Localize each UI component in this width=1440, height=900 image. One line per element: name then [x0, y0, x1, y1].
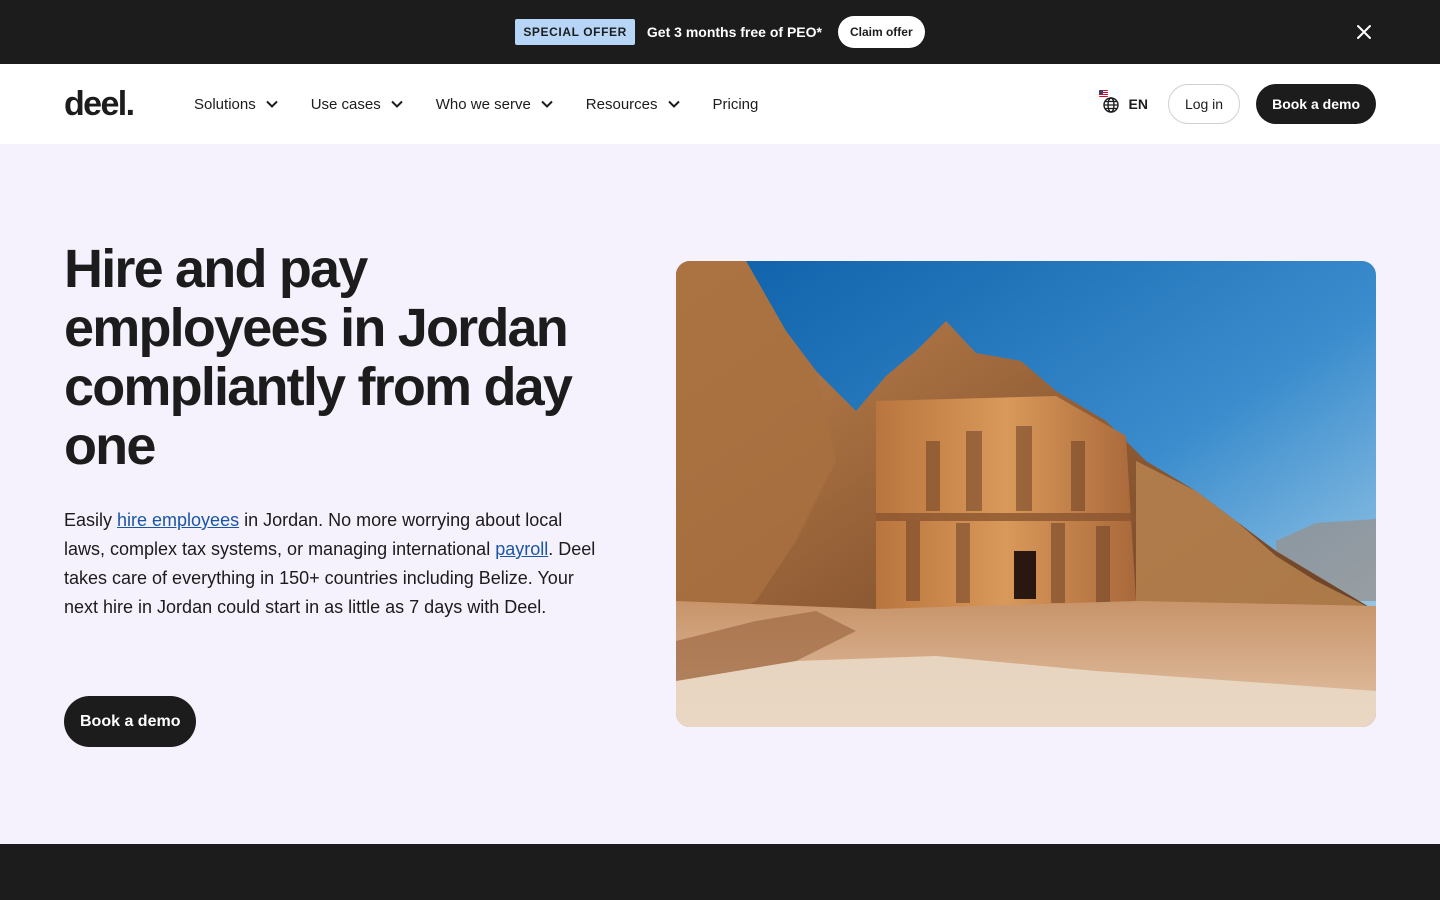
- hire-employees-link[interactable]: hire employees: [117, 510, 239, 530]
- payroll-link[interactable]: payroll: [495, 539, 548, 559]
- nav-item-who-we-serve[interactable]: Who we serve: [436, 84, 553, 124]
- login-button[interactable]: Log in: [1167, 84, 1241, 124]
- nav-item-label: Solutions: [194, 95, 256, 113]
- main-nav: deel. Solutions Use cases Who we serve R…: [0, 64, 1440, 144]
- special-offer-badge: SPECIAL OFFER: [515, 19, 635, 45]
- hero-description: Easily hire employees in Jordan. No more…: [64, 506, 604, 622]
- nav-item-label: Use cases: [310, 95, 381, 113]
- chevron-down-icon: [541, 100, 553, 108]
- nav-item-label: Resources: [585, 95, 658, 113]
- hero-title: Hire and pay employees in Jordan complia…: [64, 239, 573, 476]
- nav-item-label: Who we serve: [435, 95, 531, 113]
- globe-icon: [1099, 90, 1121, 114]
- nav-item-label: Pricing: [712, 95, 759, 113]
- nav-item-pricing[interactable]: Pricing: [713, 84, 759, 124]
- close-icon[interactable]: [1352, 20, 1376, 44]
- claim-offer-button[interactable]: Claim offer: [837, 16, 925, 48]
- book-demo-hero-button[interactable]: Book a demo: [64, 696, 197, 747]
- us-flag-icon: [1099, 90, 1109, 97]
- deel-logo[interactable]: deel.: [64, 87, 143, 121]
- nav-item-use-cases[interactable]: Use cases: [311, 84, 403, 124]
- chevron-down-icon: [266, 100, 278, 108]
- nav-actions: EN Log in Book a demo: [1099, 84, 1376, 124]
- language-label: EN: [1128, 96, 1148, 112]
- chevron-down-icon: [667, 100, 680, 108]
- promo-text: Get 3 months free of PEO*: [646, 24, 822, 40]
- hero-section: Hire and pay employees in Jordan complia…: [0, 144, 1440, 844]
- book-demo-nav-button[interactable]: Book a demo: [1256, 84, 1376, 124]
- footer-band: [0, 844, 1440, 900]
- nav-item-resources[interactable]: Resources: [586, 84, 680, 124]
- chevron-down-icon: [391, 100, 403, 108]
- nav-item-solutions[interactable]: Solutions: [194, 84, 278, 124]
- language-selector[interactable]: EN: [1099, 90, 1148, 114]
- promo-banner: SPECIAL OFFER Get 3 months free of PEO* …: [0, 0, 1440, 64]
- hero-desc-text: Easily: [64, 510, 118, 530]
- nav-menu: Solutions Use cases Who we serve Resourc…: [194, 84, 791, 124]
- petra-monastery-image: [676, 261, 1376, 727]
- promo-content: SPECIAL OFFER Get 3 months free of PEO* …: [515, 16, 925, 48]
